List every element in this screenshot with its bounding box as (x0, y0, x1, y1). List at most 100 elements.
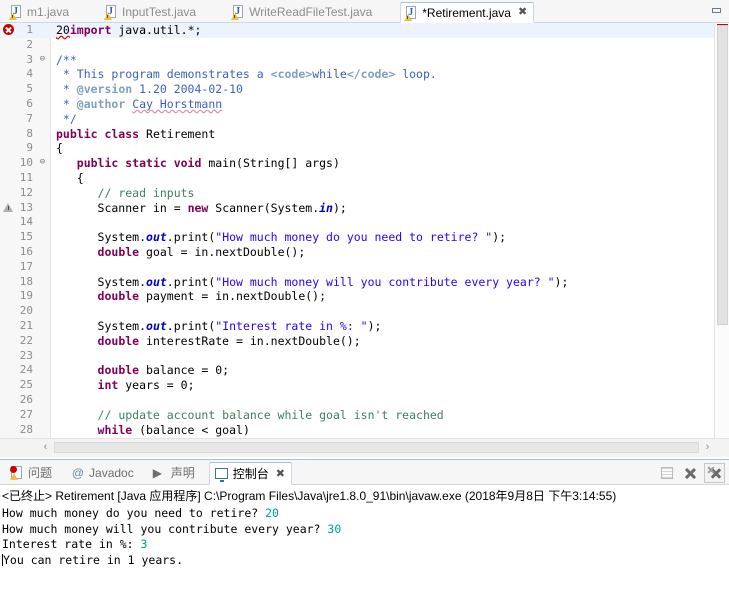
clear-console-button[interactable] (656, 463, 677, 483)
code-line[interactable]: 4 * This program demonstrates a <code>wh… (0, 67, 729, 82)
x-icon (684, 467, 697, 480)
code-line[interactable]: 15 System.out.print("How much money do y… (0, 230, 729, 245)
code-line[interactable]: 8 public class Retirement (0, 127, 729, 142)
minimize-icon (711, 8, 721, 13)
code-lines: 1 20import java.util.*; 2 3 ⊖/** 4 * This pro… (0, 23, 729, 437)
code-text: double goal = in.nextDouble(); (97, 244, 306, 259)
close-icon[interactable]: ✖ (518, 7, 527, 18)
code-line[interactable]: 9{ (0, 141, 729, 156)
code-line[interactable]: 5 * @version 1.20 2004-02-10 (0, 82, 729, 97)
console-tab-console[interactable]: 控制台 ✖ (208, 462, 292, 485)
console-tab-label: 控制台 (232, 467, 269, 481)
code-text: Scanner in = new Scanner(System.in); (56, 200, 347, 215)
java-file-warning-icon: J (9, 4, 23, 20)
code-text: * @author Cay Horstmann (56, 96, 223, 111)
code-line[interactable]: 23 (0, 349, 729, 364)
line-number: 18 (19, 274, 33, 288)
code-line[interactable]: 18 System.out.print("How much money will… (0, 275, 729, 290)
code-line[interactable]: 17 (0, 260, 729, 275)
fold-collapse-icon[interactable]: ⊖ (37, 157, 48, 168)
java-file-warning-icon: J (231, 4, 245, 20)
line-number: 15 (19, 230, 33, 244)
minimize-button[interactable] (708, 3, 724, 18)
vertical-scrollbar[interactable] (714, 23, 729, 438)
editor-tab-inputtestjava[interactable]: J InputTest.java (101, 1, 202, 22)
code-line[interactable]: 1 20import java.util.*; (0, 23, 729, 38)
close-icon[interactable]: ✖ (276, 467, 285, 480)
line-number: 26 (19, 392, 33, 406)
code-line[interactable]: 7 */ (0, 112, 729, 127)
console-tab-problems[interactable]: 问题 (5, 461, 58, 484)
code-line[interactable]: 6 * @author Cay Horstmann (0, 97, 729, 112)
console-toolbar (656, 463, 725, 483)
code-text: while (balance < goal) (97, 422, 250, 437)
console-tab-list: 问题 @ Javadoc ▶ 声明 控制台 ✖ (0, 460, 292, 485)
code-text: double interestRate = in.nextDouble(); (97, 333, 361, 348)
code-line[interactable]: 11 { (0, 171, 729, 186)
code-text: * This program demonstrates a <code>whil… (56, 67, 437, 82)
code-line[interactable]: 27 // update account balance while goal … (0, 408, 729, 423)
code-line[interactable]: 28 while (balance < goal) (0, 423, 729, 438)
code-line[interactable]: 12 // read inputs (0, 186, 729, 201)
line-number: 27 (19, 407, 33, 421)
code-line[interactable]: 10 ⊖ public static void main(String[] arg… (0, 156, 729, 171)
line-number: 6 (26, 96, 33, 110)
code-text: System.out.print("Interest rate in %: ")… (56, 318, 382, 333)
line-number: 12 (19, 185, 33, 199)
code-text: 20import java.util.*; (56, 23, 202, 37)
editor-tab-m1java[interactable]: Jm1.java (6, 1, 75, 22)
code-line[interactable]: 24 double balance = 0; (0, 363, 729, 378)
console-tab-label: 声明 (170, 466, 195, 480)
code-line[interactable]: 3 ⊖ /** (0, 53, 729, 68)
line-number: 2 (26, 37, 33, 51)
line-number: 24 (19, 363, 33, 377)
editor-tab-label: InputTest.java (122, 4, 197, 19)
horizontal-scrollbar-track[interactable] (54, 442, 699, 453)
code-line[interactable]: 2 (0, 38, 729, 53)
code-text: double balance = 0; (97, 363, 230, 378)
x-all-icon (708, 467, 722, 480)
line-number: 19 (19, 289, 33, 303)
code-text: public static void main(String[] args) (76, 156, 340, 171)
line-number: 8 (26, 126, 33, 140)
line-number: 20 (19, 304, 33, 318)
console-panel: 问题 @ Javadoc ▶ 声明 控制台 ✖ <已终止> Retirement [Java… (0, 459, 729, 605)
code-line[interactable]: 20 (0, 304, 729, 319)
line-number: 28 (19, 422, 33, 436)
editor-tab-writereadfiletestjava[interactable]: J WriteReadFileTest.java (228, 1, 378, 22)
code-line[interactable]: 21 System.out.print("Interest rate in %:… (0, 319, 729, 334)
java-file-warning-icon: J (404, 5, 418, 21)
code-editor[interactable]: 1 20import java.util.*; 2 3 ⊖/** 4 * This pro… (0, 23, 729, 438)
line-number: 10 (19, 156, 33, 170)
code-text: public class Retirement (56, 126, 216, 141)
horizontal-scrollbar-thumb[interactable] (54, 442, 699, 453)
console-tab-javadoc[interactable]: @ Javadoc (66, 461, 140, 484)
scroll-left-icon[interactable]: ‹ (38, 440, 53, 455)
line-number: 13 (19, 200, 33, 214)
vertical-scrollbar-thumb[interactable] (717, 25, 728, 325)
editor-tab-list: Jm1.java J InputTest.java J WriteReadFileTes… (0, 0, 535, 23)
code-line[interactable]: 14 (0, 215, 729, 230)
editor-tab-label: *Retirement.java (422, 5, 511, 20)
code-text: // update account balance while goal isn… (97, 407, 444, 422)
console-tab-declaration[interactable]: ▶ 声明 (148, 461, 201, 484)
console-user-input: 20 (265, 506, 279, 520)
remove-all-terminated-button[interactable] (704, 463, 725, 483)
scroll-right-icon[interactable]: › (700, 440, 715, 455)
code-line[interactable]: 16 double goal = in.nextDouble(); (0, 245, 729, 260)
code-line[interactable]: 13 Scanner in = new Scanner(System.in); (0, 201, 729, 216)
line-number: 17 (19, 259, 33, 273)
code-line[interactable]: 22 double interestRate = in.nextDouble()… (0, 334, 729, 349)
code-line[interactable]: 25 int years = 0; (0, 378, 729, 393)
line-number: 1 (26, 23, 33, 36)
fold-collapse-icon[interactable]: ⊖ (37, 54, 48, 65)
code-line[interactable]: 26 (0, 393, 729, 408)
console-output[interactable]: How much money do you need to retire? 20… (0, 505, 729, 568)
console-launch-header: <已终止> Retirement [Java 应用程序] C:\Program … (2, 489, 617, 503)
horizontal-scrollbar[interactable]: ‹ › (0, 438, 729, 457)
clear-icon (660, 467, 673, 479)
editor-tab-retirementjava[interactable]: J *Retirement.java ✖ (400, 2, 535, 23)
line-number: 16 (19, 244, 33, 258)
code-line[interactable]: 19 double payment = in.nextDouble(); (0, 289, 729, 304)
terminate-button[interactable] (680, 463, 701, 483)
